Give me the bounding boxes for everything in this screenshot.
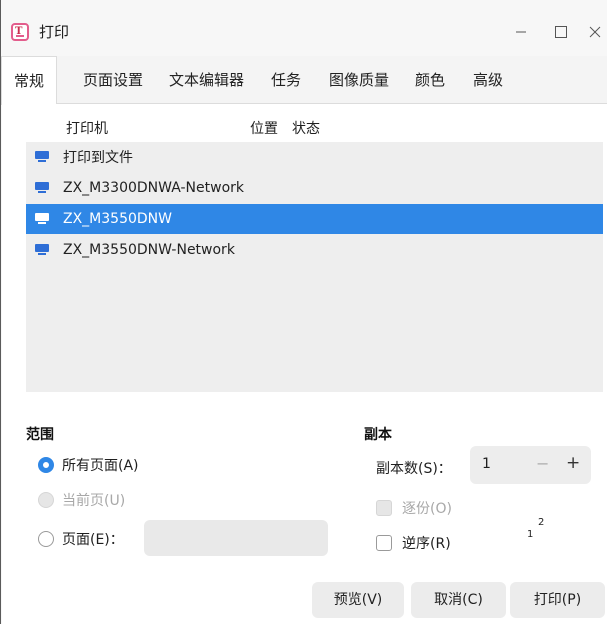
radio-checked-icon (38, 457, 54, 473)
radio-current-page: 当前页(U) (38, 490, 125, 510)
tab-bar: 常规 页面设置 文本编辑器 任务 图像质量 颜色 高级 (1, 56, 607, 105)
reverse-label: 逆序(R) (402, 536, 451, 552)
order-preview-page-2: 2 (538, 517, 545, 528)
radio-all-pages-label: 所有页面(A) (62, 458, 139, 474)
radio-unchecked-icon (38, 531, 54, 547)
copies-count-value[interactable]: 1 (482, 456, 491, 472)
printer-icon (35, 213, 49, 225)
cancel-button[interactable]: 取消(C) (411, 582, 506, 618)
printer-list[interactable]: 打印到文件 ZX_M3300DNWA-Network ZX_M3550DNW Z… (26, 142, 603, 392)
app-icon: T (11, 23, 29, 41)
increment-button[interactable]: + (566, 453, 580, 473)
collate-label: 逐份(O) (402, 501, 452, 517)
printer-icon (35, 244, 49, 256)
maximize-button[interactable] (549, 20, 573, 44)
print-button[interactable]: 打印(P) (510, 582, 605, 618)
radio-pages[interactable]: 页面(E)： (38, 529, 124, 549)
radio-disabled-icon (38, 492, 54, 508)
printer-row[interactable]: ZX_M3550DNW-Network (26, 235, 603, 265)
copies-count-label: 副本数(S)： (376, 461, 452, 477)
column-header-status[interactable]: 状态 (292, 118, 320, 138)
column-header-location[interactable]: 位置 (250, 118, 278, 138)
column-header-printer[interactable]: 打印机 (66, 118, 108, 138)
close-icon (589, 26, 601, 38)
general-panel: 打印机 位置 状态 打印到文件 ZX_M3300DNWA-Network ZX_… (2, 104, 607, 624)
radio-all-pages[interactable]: 所有页面(A) (38, 455, 139, 475)
printer-row[interactable]: 打印到文件 (26, 142, 603, 172)
checkbox-disabled-icon (376, 500, 392, 516)
tab-jobs[interactable]: 任务 (259, 56, 313, 104)
tab-text-editor[interactable]: 文本编辑器 (157, 56, 256, 104)
title-bar: T 打印 (1, 0, 607, 56)
close-button[interactable] (583, 20, 607, 44)
tab-image-quality[interactable]: 图像质量 (317, 56, 401, 104)
printer-name: ZX_M3550DNW-Network (63, 242, 235, 258)
print-dialog: T 打印 常规 页面设置 文本编辑器 任务 图像质量 颜色 高级 打印机 位置 … (0, 0, 607, 624)
checkbox-reverse[interactable]: 逆序(R) (376, 533, 451, 553)
printer-name: ZX_M3300DNWA-Network (63, 180, 244, 196)
printer-icon (35, 182, 49, 194)
preview-button[interactable]: 预览(V) (312, 582, 404, 618)
printer-name: 打印到文件 (63, 150, 133, 166)
minimize-button[interactable] (509, 20, 533, 44)
pages-input[interactable] (144, 520, 328, 556)
tab-page-setup[interactable]: 页面设置 (71, 56, 155, 104)
window-title: 打印 (39, 23, 70, 41)
order-preview-page-1: 1 (527, 529, 534, 540)
printer-name: ZX_M3550DNW (63, 211, 172, 227)
tab-color[interactable]: 颜色 (403, 56, 457, 104)
copies-stepper[interactable]: 1 − + (470, 446, 591, 484)
decrement-button: − (536, 454, 550, 473)
tab-general[interactable]: 常规 (1, 56, 58, 105)
minimize-icon (516, 31, 526, 33)
range-title: 范围 (26, 427, 54, 443)
checkbox-collate: 逐份(O) (376, 498, 452, 518)
copies-title: 副本 (364, 427, 392, 443)
printer-row-selected[interactable]: ZX_M3550DNW (26, 204, 603, 234)
radio-current-page-label: 当前页(U) (62, 493, 126, 509)
maximize-icon (555, 26, 567, 38)
radio-pages-label: 页面(E)： (62, 532, 124, 548)
printer-row[interactable]: ZX_M3300DNWA-Network (26, 173, 603, 203)
checkbox-unchecked-icon (376, 535, 392, 551)
printer-icon (35, 151, 49, 163)
tab-advanced[interactable]: 高级 (461, 56, 515, 104)
